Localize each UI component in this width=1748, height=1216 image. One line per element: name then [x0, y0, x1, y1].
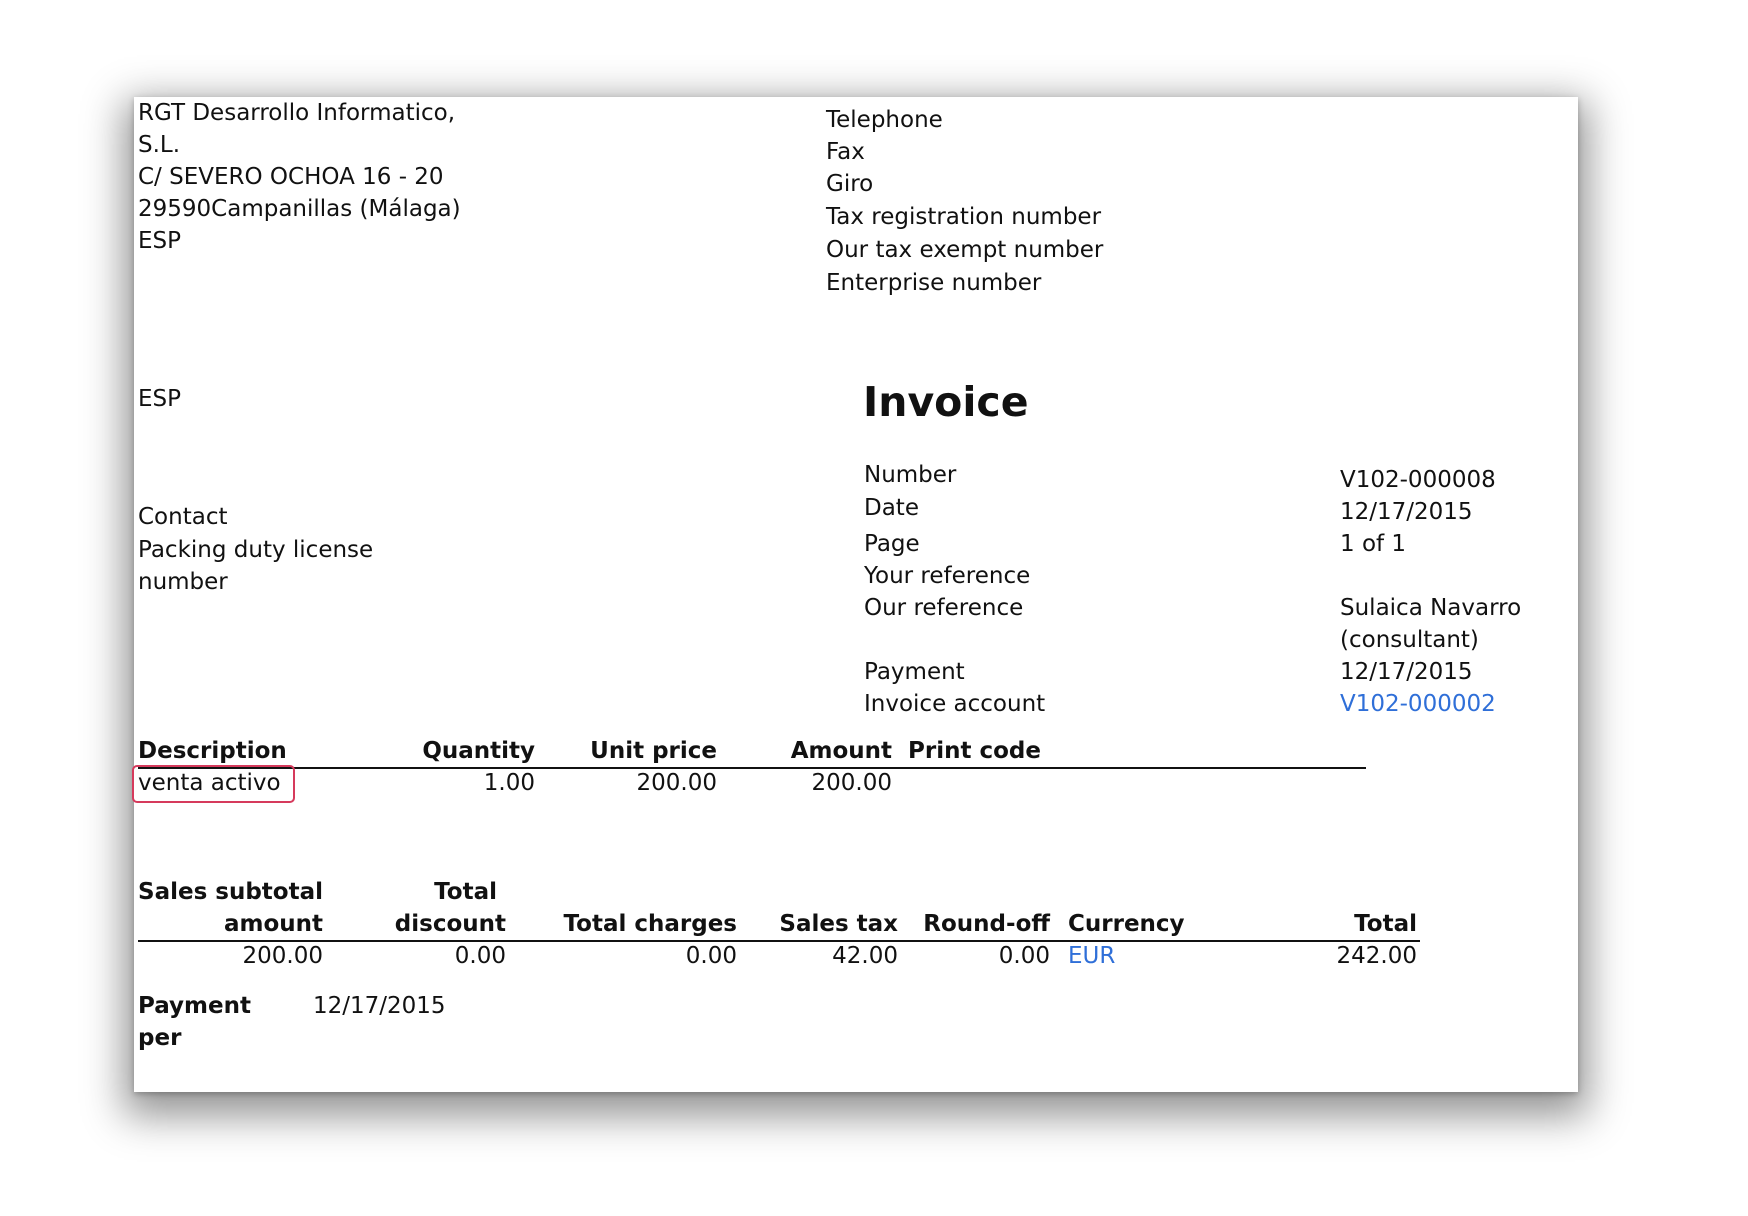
contact-label: Contact	[138, 504, 228, 530]
page-label: Page	[864, 531, 920, 557]
total-value: 242.00	[1336, 943, 1417, 969]
our-reference-value-line1: Sulaica Navarro	[1340, 595, 1522, 621]
line-unit-price: 200.00	[636, 770, 717, 796]
line-quantity: 1.00	[483, 770, 535, 796]
date-label: Date	[864, 495, 919, 521]
company-country: ESP	[138, 228, 182, 254]
round-off-value: 0.00	[998, 943, 1050, 969]
payment-value: 12/17/2015	[1340, 659, 1473, 685]
invoice-account-label: Invoice account	[864, 691, 1046, 717]
total-charges-value: 0.00	[685, 943, 737, 969]
company-city: 29590Campanillas (Málaga)	[138, 196, 461, 222]
line-amount: 200.00	[811, 770, 892, 796]
number-value: V102-000008	[1340, 467, 1496, 493]
company-street: C/ SEVERO OCHOA 16 - 20	[138, 164, 444, 190]
fax-label: Fax	[826, 139, 865, 165]
our-reference-label: Our reference	[864, 595, 1024, 621]
date-value: 12/17/2015	[1340, 499, 1473, 525]
tax-registration-label: Tax registration number	[826, 204, 1102, 230]
total-charges-header: Total charges	[563, 911, 737, 937]
company-name-line2: S.L.	[138, 132, 181, 158]
canvas: RGT Desarrollo Informatico, S.L. C/ SEVE…	[0, 0, 1748, 1216]
payment-per-value: 12/17/2015	[313, 993, 446, 1019]
total-discount-header-line2: discount	[394, 911, 506, 937]
sales-subtotal-header-line2: amount	[223, 911, 323, 937]
payment-per-label-line2: per	[138, 1025, 182, 1051]
sales-tax-value: 42.00	[832, 943, 898, 969]
our-reference-value-line2: (consultant)	[1340, 627, 1479, 653]
quantity-header: Quantity	[422, 738, 535, 764]
page-value: 1 of 1	[1340, 531, 1407, 557]
total-discount-value: 0.00	[454, 943, 506, 969]
enterprise-number-label: Enterprise number	[826, 270, 1042, 296]
telephone-label: Telephone	[826, 107, 943, 133]
customer-country: ESP	[138, 386, 182, 412]
amount-header: Amount	[790, 738, 892, 764]
description-header: Description	[138, 738, 287, 764]
giro-label: Giro	[826, 171, 874, 197]
unit-price-header: Unit price	[590, 738, 717, 764]
total-discount-header-line1: Total	[434, 879, 497, 905]
packing-license-label-line1: Packing duty license	[138, 537, 374, 563]
description-highlight	[132, 765, 295, 803]
tax-exempt-label: Our tax exempt number	[826, 237, 1104, 263]
print-code-header: Print code	[908, 738, 1041, 764]
packing-license-label-line2: number	[138, 569, 228, 595]
your-reference-label: Your reference	[864, 563, 1031, 589]
invoice-title: Invoice	[863, 378, 1029, 426]
number-label: Number	[864, 462, 957, 488]
sales-subtotal-value: 200.00	[242, 943, 323, 969]
sales-subtotal-header-line1: Sales subtotal	[138, 879, 323, 905]
sales-tax-header: Sales tax	[779, 911, 898, 937]
payment-per-label-line1: Payment	[138, 993, 251, 1019]
round-off-header: Round-off	[923, 911, 1050, 937]
total-header: Total	[1354, 911, 1417, 937]
invoice-account-link[interactable]: V102-000002	[1340, 688, 1496, 721]
payment-label: Payment	[864, 659, 965, 685]
company-name-line1: RGT Desarrollo Informatico,	[138, 100, 456, 126]
currency-link[interactable]: EUR	[1068, 940, 1115, 973]
currency-header: Currency	[1068, 911, 1185, 937]
